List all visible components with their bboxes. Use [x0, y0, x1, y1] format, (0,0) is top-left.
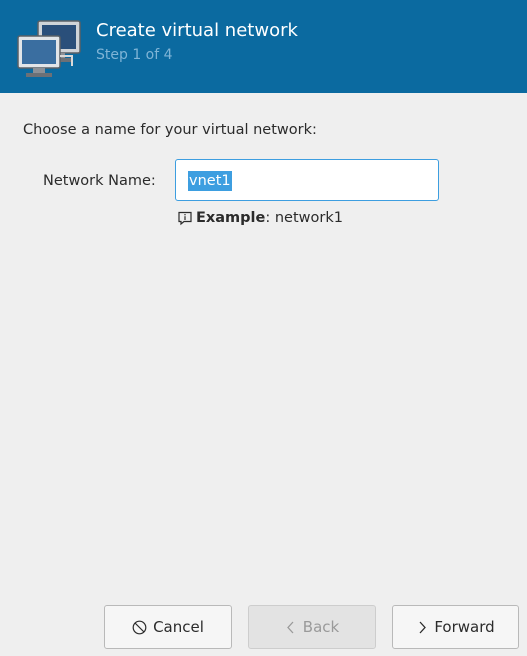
- network-name-input[interactable]: vnet1: [175, 159, 439, 201]
- chevron-right-icon: [419, 621, 427, 633]
- create-virtual-network-dialog: Create virtual network Step 1 of 4 Choos…: [0, 0, 527, 656]
- network-computers-icon: [17, 20, 81, 77]
- wizard-step: Step 1 of 4: [96, 47, 173, 63]
- back-label: Back: [302, 618, 340, 636]
- cancel-circle-icon: [132, 620, 147, 634]
- network-name-label: Network Name:: [43, 173, 156, 189]
- example-hint: Example: network1: [177, 210, 343, 226]
- forward-label: Forward: [434, 618, 495, 636]
- back-button[interactable]: Back: [248, 605, 376, 649]
- hint-text: : network1: [265, 210, 343, 226]
- chevron-left-icon: [286, 621, 294, 633]
- wizard-title: Create virtual network: [96, 20, 298, 41]
- instruction-text: Choose a name for your virtual network:: [23, 122, 317, 138]
- cancel-button[interactable]: Cancel: [104, 605, 232, 649]
- cancel-label: Cancel: [153, 618, 204, 636]
- forward-button[interactable]: Forward: [392, 605, 519, 649]
- wizard-header: Create virtual network Step 1 of 4: [0, 0, 527, 93]
- hint-bold-text: Example: [196, 210, 266, 226]
- info-icon: [178, 211, 192, 226]
- network-name-value: vnet1: [188, 171, 232, 191]
